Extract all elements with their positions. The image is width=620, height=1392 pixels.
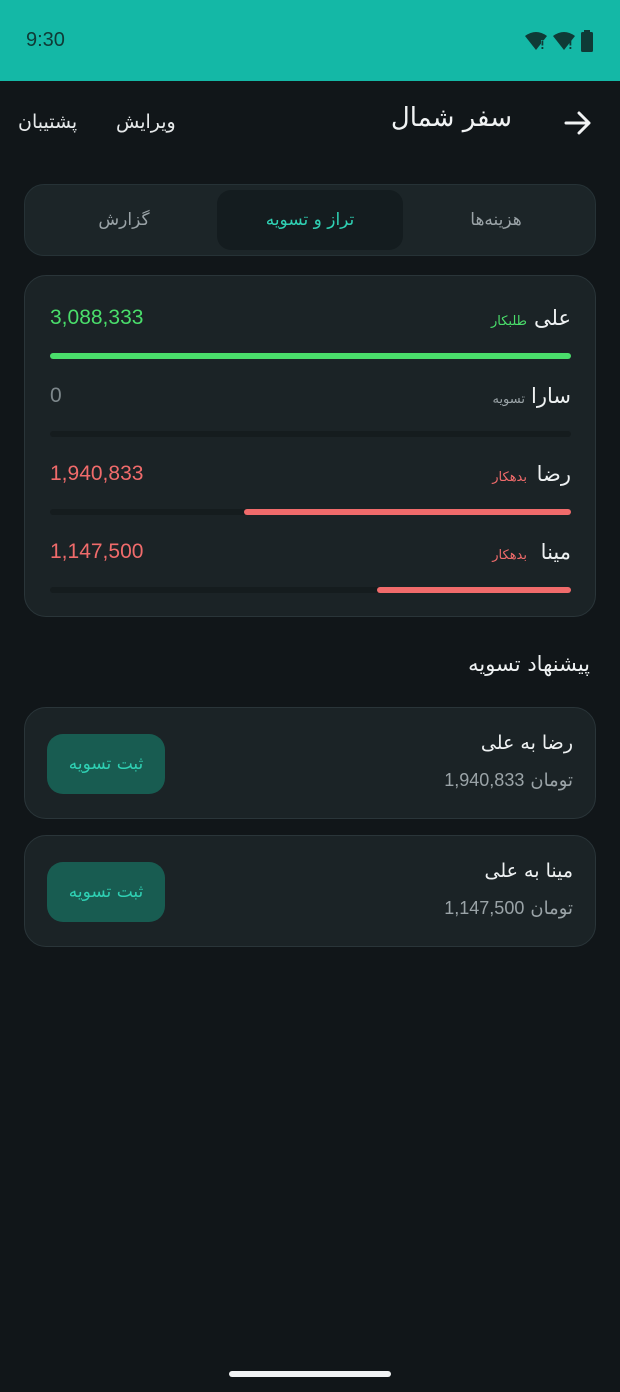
balance-bar-fill	[50, 353, 571, 359]
amount-value: 1,940,833	[444, 770, 525, 790]
balance-bar-fill	[243, 509, 571, 515]
status-badge: طلبکار	[491, 314, 527, 329]
member-row: سارا تسویه 0	[25, 384, 597, 462]
status-icons	[524, 29, 594, 52]
balance-amount: 0	[50, 384, 62, 407]
balance-bar	[50, 353, 571, 359]
tab-bar: هزینه‌ها تراز و تسویه گزارش	[24, 184, 596, 256]
member-name: علی	[534, 306, 571, 330]
balance-bar	[50, 509, 571, 515]
tab-balance-settlement[interactable]: تراز و تسویه	[217, 190, 403, 250]
wifi-icon	[525, 31, 547, 50]
section-title: پیشنهاد تسویه	[468, 652, 590, 676]
currency-label: تومان	[530, 898, 573, 919]
balance-bar	[50, 431, 571, 437]
status-bar: 9:30	[0, 0, 620, 81]
balance-bar-fill	[377, 587, 571, 593]
member-name: سارا	[531, 384, 571, 408]
status-time: 9:30	[26, 29, 65, 51]
suggestion-title: مینا به علی	[484, 860, 573, 882]
edit-button[interactable]: ویرایش	[116, 111, 176, 133]
battery-icon	[581, 29, 593, 52]
page-title: سفر شمال	[390, 103, 512, 133]
member-name: رضا	[536, 462, 571, 486]
tab-expenses[interactable]: هزینه‌ها	[403, 190, 589, 250]
record-settlement-button[interactable]: ثبت تسویه	[47, 734, 165, 794]
home-indicator[interactable]	[229, 1371, 391, 1377]
balance-amount: 1,940,833	[50, 462, 144, 485]
status-badge: بدهکار	[492, 470, 527, 485]
settlement-suggestion-card: مینا به علی تومان 1,147,500 ثبت تسویه	[24, 835, 596, 947]
member-row: رضا بدهکار 1,940,833	[25, 462, 597, 540]
signal-icon	[553, 31, 575, 50]
record-settlement-button[interactable]: ثبت تسویه	[47, 862, 165, 922]
support-button[interactable]: پشتیبان	[18, 111, 77, 133]
balance-bar	[50, 587, 571, 593]
member-row: علی طلبکار 3,088,333	[25, 306, 597, 384]
currency-label: تومان	[530, 770, 573, 791]
balance-card: علی طلبکار 3,088,333 سارا تسویه 0 رضا بد…	[24, 275, 596, 617]
suggestion-amount: تومان 1,147,500	[444, 898, 573, 919]
suggestion-amount: تومان 1,940,833	[444, 770, 573, 791]
status-badge: تسویه	[492, 392, 525, 407]
balance-amount: 3,088,333	[50, 306, 144, 329]
status-badge: بدهکار	[492, 548, 527, 563]
member-name: مینا	[540, 540, 571, 564]
balance-amount: 1,147,500	[50, 540, 144, 563]
member-row: مینا بدهکار 1,147,500	[25, 540, 597, 618]
app-bar: سفر شمال ویرایش پشتیبان	[0, 81, 620, 167]
suggestion-title: رضا به علی	[480, 732, 573, 754]
amount-value: 1,147,500	[444, 898, 525, 918]
tab-report[interactable]: گزارش	[31, 190, 217, 250]
back-arrow-icon[interactable]	[562, 107, 594, 139]
settlement-suggestion-card: رضا به علی تومان 1,940,833 ثبت تسویه	[24, 707, 596, 819]
